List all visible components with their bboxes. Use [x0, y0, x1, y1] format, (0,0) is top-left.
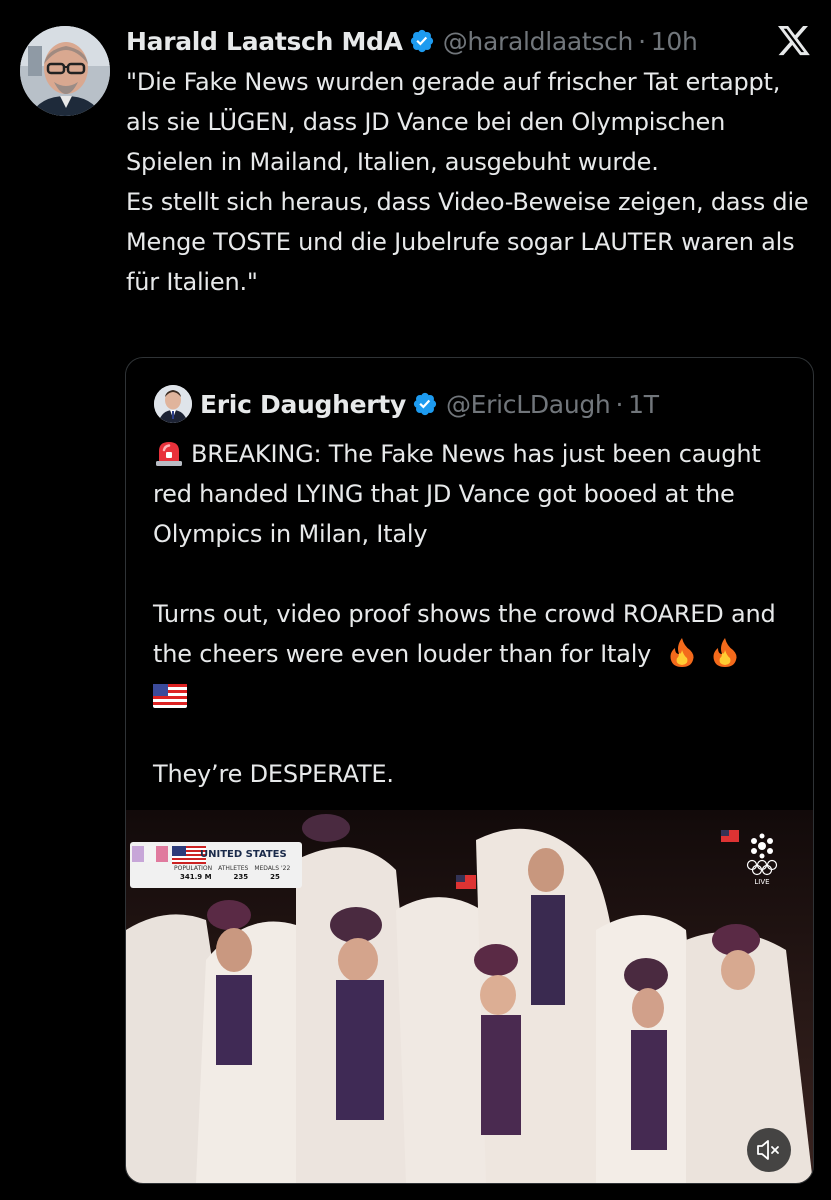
author-avatar-image [20, 26, 110, 116]
quoted-line-breaking: BREAKING: The Fake News has just been ca… [153, 440, 761, 548]
fire-emoji-icon [670, 638, 694, 667]
x-logo-icon[interactable] [776, 26, 812, 58]
mute-button[interactable] [747, 1128, 791, 1172]
overlay-value: 235 [233, 873, 249, 881]
overlay-label: ATHLETES [218, 865, 249, 872]
tweet-timestamp[interactable]: 10h [651, 27, 698, 56]
tweet-body: "Die Fake News wurden gerade auf frische… [126, 62, 816, 302]
author-name[interactable]: Harald Laatsch MdA [126, 27, 403, 56]
tweet-paragraph: Es stellt sich heraus, dass Video-Beweis… [126, 188, 809, 296]
video-player[interactable]: UNITED STATES POPULATION ATHLETES MEDALS… [126, 810, 813, 1183]
tweet-paragraph: "Die Fake News wurden gerade auf frische… [126, 68, 781, 176]
header-separator: · [638, 26, 646, 56]
country-overlay: UNITED STATES POPULATION ATHLETES MEDALS… [130, 842, 302, 888]
overlay-value: 341.9 M [180, 873, 212, 881]
verified-badge-icon [410, 29, 433, 53]
quoted-body: BREAKING: The Fake News has just been ca… [153, 434, 793, 794]
overlay-label: MEDALS '22 [254, 865, 291, 872]
broadcaster-logo-icon: LIVE [746, 833, 778, 886]
speaker-muted-icon [757, 1140, 779, 1160]
overlay-flags [132, 846, 206, 864]
quoted-paragraph-breaking: BREAKING: The Fake News has just been ca… [153, 434, 793, 554]
author-avatar[interactable] [20, 26, 110, 116]
tweet-header: Harald Laatsch MdA @haraldlaatsch · 10h [126, 22, 698, 60]
verified-badge-icon [413, 392, 437, 416]
overlay-country: UNITED STATES [200, 849, 287, 860]
quoted-avatar-image [154, 385, 192, 423]
overlay-values: 341.9 M 235 25 [180, 873, 280, 881]
quoted-header: Eric Daugherty @EricLDaugh · 1T [200, 384, 659, 424]
quoted-author-name[interactable]: Eric Daugherty [200, 390, 406, 419]
quoted-timestamp[interactable]: 1T [628, 390, 659, 419]
siren-emoji-icon [156, 442, 182, 466]
overlay-label: POPULATION [174, 865, 213, 872]
broadcaster-live-tag: LIVE [754, 878, 769, 886]
fire-emoji-icon [713, 638, 737, 667]
quoted-tweet[interactable]: Eric Daugherty @EricLDaugh · 1T BREAKING… [125, 357, 814, 1184]
quoted-paragraph-desperate: They’re DESPERATE. [153, 760, 394, 788]
quoted-header-separator: · [615, 389, 624, 419]
italy-flag-icon [132, 846, 168, 862]
quoted-author-handle[interactable]: @EricLDaugh [446, 390, 611, 419]
quoted-author-avatar[interactable] [154, 385, 192, 423]
overlay-labels: POPULATION ATHLETES MEDALS '22 [174, 865, 290, 872]
overlay-value: 25 [270, 873, 280, 881]
us-flag-emoji-icon [153, 684, 187, 708]
author-handle[interactable]: @haraldlaatsch [443, 27, 634, 56]
quoted-paragraph-proof: Turns out, video proof shows the crowd R… [153, 594, 793, 714]
